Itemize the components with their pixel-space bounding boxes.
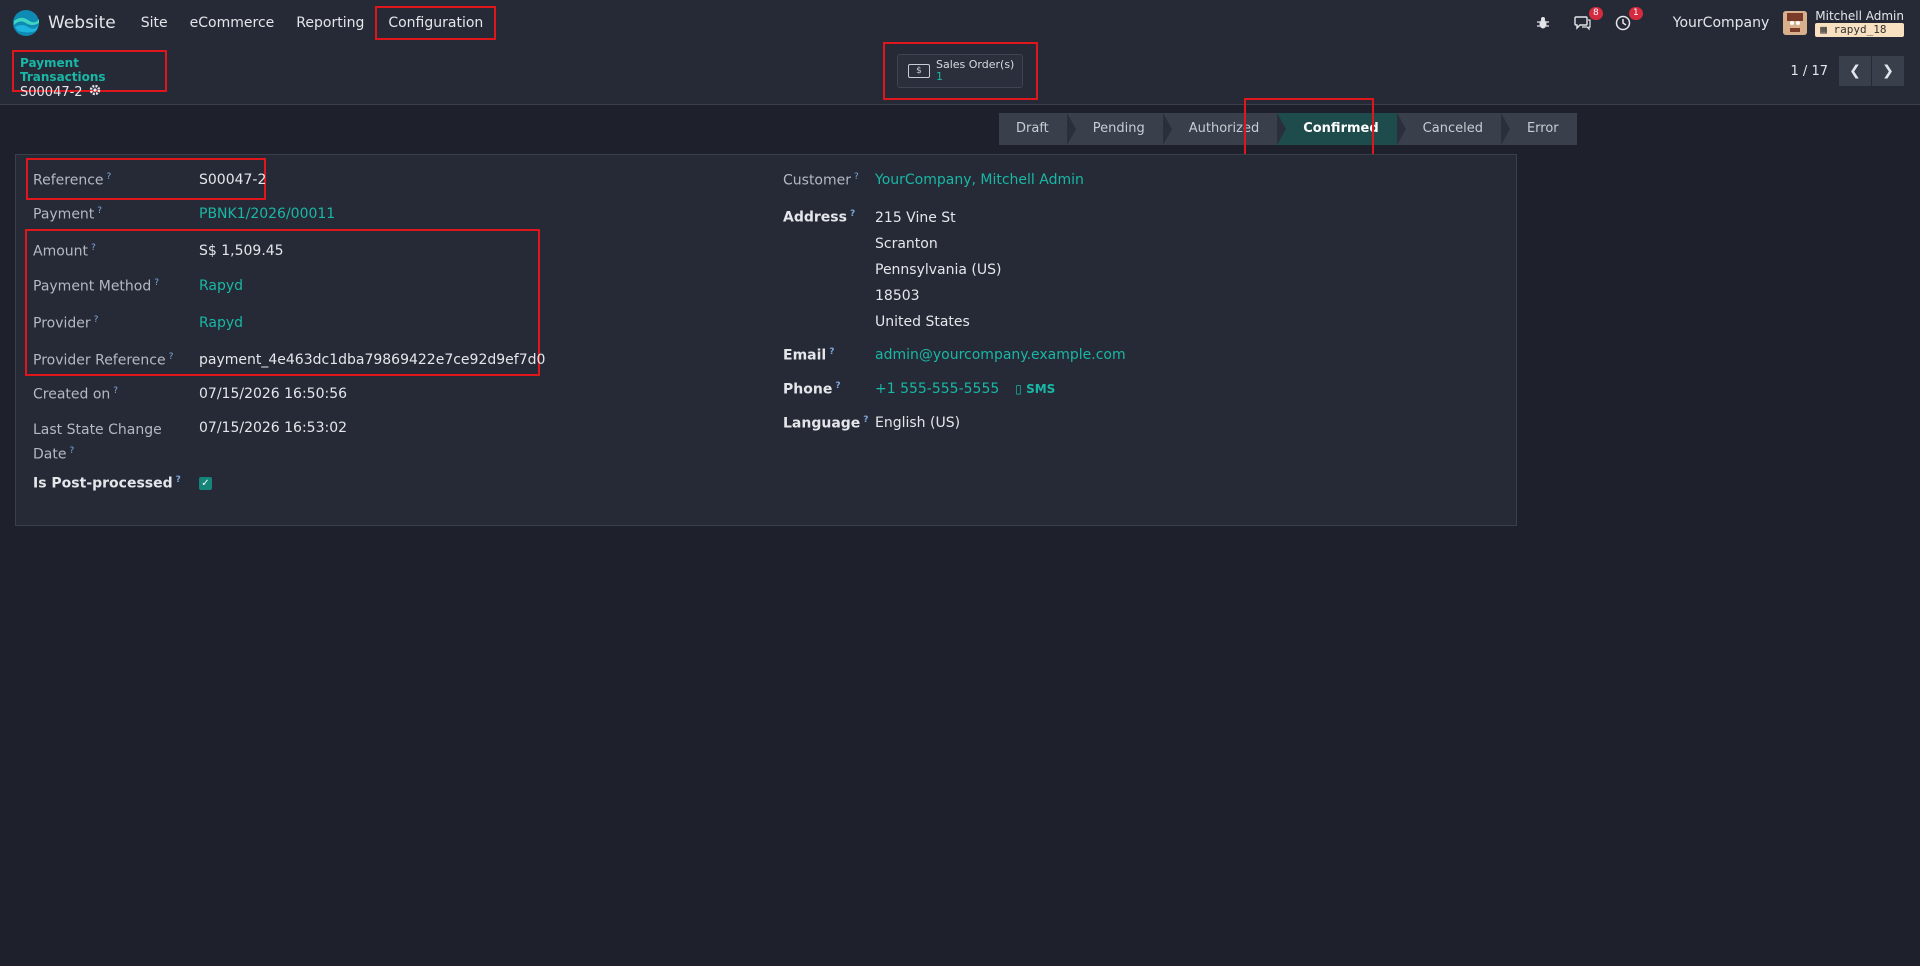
control-panel: Payment Transactions S00047-2 $ Sales Or… — [0, 42, 1920, 105]
customer-link[interactable]: YourCompany, Mitchell Admin — [875, 172, 1084, 189]
last-state-change-label: Last State Change Date? — [33, 422, 162, 463]
user-name: Mitchell Admin — [1815, 9, 1904, 23]
email-label: Email? — [783, 347, 835, 364]
pager-previous-button[interactable]: ❮ — [1839, 56, 1871, 86]
field-provider: Provider? Rapyd — [33, 315, 243, 332]
field-provider-reference: Provider Reference? payment_4e463dc1dba7… — [33, 352, 545, 369]
created-on-value: 07/15/2026 16:50:56 — [199, 386, 348, 402]
payment-label: Payment? — [33, 206, 103, 223]
bug-icon[interactable] — [1533, 13, 1553, 33]
database-name: ▦ rapyd_18 — [1815, 23, 1904, 37]
app-logo[interactable]: Website — [12, 9, 116, 37]
activities-badge: 1 — [1629, 7, 1643, 20]
created-on-label: Created on? — [33, 386, 119, 403]
user-menu[interactable]: Mitchell Admin ▦ rapyd_18 — [1783, 9, 1904, 37]
phone-link[interactable]: +1 555-555-5555 — [875, 381, 999, 397]
company-switcher[interactable]: YourCompany — [1673, 15, 1770, 31]
messages-badge: 8 — [1589, 7, 1603, 20]
payment-link[interactable]: PBNK1/2026/00011 — [199, 206, 335, 223]
customer-label: Customer? — [783, 172, 859, 189]
checkmark-icon: ✓ — [201, 477, 210, 489]
chevron-right-icon: ❯ — [1882, 63, 1894, 79]
menu-configuration[interactable]: Configuration — [375, 6, 497, 40]
breadcrumb: Payment Transactions S00047-2 — [12, 50, 167, 100]
user-avatar — [1783, 11, 1808, 35]
pager: 1 / 17 ❮ ❯ — [1791, 56, 1904, 86]
field-is-post-processed: Is Post-processed? ✓ — [33, 475, 212, 492]
language-label: Language? — [783, 415, 869, 432]
stage-error[interactable]: Error — [1500, 113, 1577, 145]
field-customer: Customer? YourCompany, Mitchell Admin — [783, 172, 1084, 189]
language-value: English (US) — [875, 415, 961, 431]
mobile-icon: ▯ — [1015, 382, 1022, 397]
pager-value[interactable]: 1 / 17 — [1791, 64, 1828, 79]
provider-link[interactable]: Rapyd — [199, 315, 243, 332]
provider-reference-value: payment_4e463dc1dba79869422e7ce92d9ef7d0 — [199, 352, 546, 368]
provider-label: Provider? — [33, 315, 99, 332]
smart-button-highlight: $ Sales Order(s) 1 — [883, 42, 1038, 100]
menu-ecommerce[interactable]: eCommerce — [179, 8, 286, 38]
activities-clock-icon[interactable]: 1 — [1613, 7, 1643, 33]
main-menu: Site eCommerce Reporting Configuration — [130, 6, 497, 40]
stage-canceled[interactable]: Canceled — [1396, 113, 1501, 145]
payment-method-link[interactable]: Rapyd — [199, 278, 243, 295]
amount-label: Amount? — [33, 243, 96, 260]
reference-label: Reference? — [33, 172, 112, 189]
sms-button[interactable]: ▯ SMS — [1015, 382, 1055, 396]
field-last-state-change: Last State Change Date? 07/15/2026 16:53:… — [33, 420, 347, 466]
website-app-icon — [13, 10, 39, 36]
amount-value: S$ 1,509.45 — [199, 243, 284, 259]
stage-draft[interactable]: Draft — [999, 113, 1067, 145]
stage-pending[interactable]: Pending — [1066, 113, 1163, 145]
field-payment-method: Payment Method? Rapyd — [33, 278, 243, 295]
field-address: Address? 215 Vine St Scranton Pennsylvan… — [783, 209, 1002, 339]
field-payment: Payment? PBNK1/2026/00011 — [33, 206, 335, 223]
email-link[interactable]: admin@yourcompany.example.com — [875, 347, 1126, 364]
smart-button-value: 1 — [936, 70, 943, 83]
form-sheet: Reference? S00047-2 Payment? PBNK1/2026/… — [15, 154, 1517, 526]
menu-reporting[interactable]: Reporting — [285, 8, 375, 38]
address-state: Pennsylvania (US) — [875, 262, 1002, 278]
address-label: Address? — [783, 209, 856, 226]
address-value: 215 Vine St Scranton Pennsylvania (US) 1… — [875, 209, 1002, 339]
reference-value: S00047-2 — [199, 172, 267, 188]
top-navbar: Website Site eCommerce Reporting Configu… — [0, 0, 1920, 46]
field-language: Language? English (US) — [783, 415, 960, 432]
payment-method-label: Payment Method? — [33, 278, 160, 295]
field-phone: Phone? +1 555-555-5555 ▯ SMS — [783, 381, 1055, 398]
provider-reference-label: Provider Reference? — [33, 352, 174, 369]
is-post-processed-label: Is Post-processed? — [33, 475, 181, 492]
breadcrumb-parent-link[interactable]: Payment Transactions — [20, 56, 159, 84]
status-highlight — [1244, 98, 1374, 161]
field-amount: Amount? S$ 1,509.45 — [33, 243, 284, 260]
address-city: Scranton — [875, 236, 938, 252]
breadcrumb-current: S00047-2 — [20, 84, 83, 100]
systray: 8 1 YourCompany Mitchell Admin ▦ rapyd_1… — [1513, 0, 1920, 46]
address-street: 215 Vine St — [875, 210, 956, 226]
field-email: Email? admin@yourcompany.example.com — [783, 347, 1126, 364]
messages-icon[interactable]: 8 — [1573, 7, 1603, 33]
money-icon: $ — [908, 64, 930, 78]
chevron-left-icon: ❮ — [1849, 63, 1861, 79]
field-reference: Reference? S00047-2 — [33, 172, 266, 189]
field-created-on: Created on? 07/15/2026 16:50:56 — [33, 386, 347, 403]
pager-next-button[interactable]: ❯ — [1872, 56, 1904, 86]
is-post-processed-checkbox[interactable]: ✓ — [199, 476, 212, 490]
smart-button-label: Sales Order(s) — [936, 58, 1015, 71]
address-country: United States — [875, 314, 970, 330]
sales-orders-smart-button[interactable]: $ Sales Order(s) 1 — [897, 54, 1023, 88]
phone-label: Phone? — [783, 381, 841, 398]
menu-site[interactable]: Site — [130, 8, 179, 38]
last-state-change-value: 07/15/2026 16:53:02 — [199, 420, 348, 436]
address-zip: 18503 — [875, 288, 920, 304]
gear-icon[interactable] — [89, 84, 101, 100]
app-name: Website — [48, 13, 116, 33]
